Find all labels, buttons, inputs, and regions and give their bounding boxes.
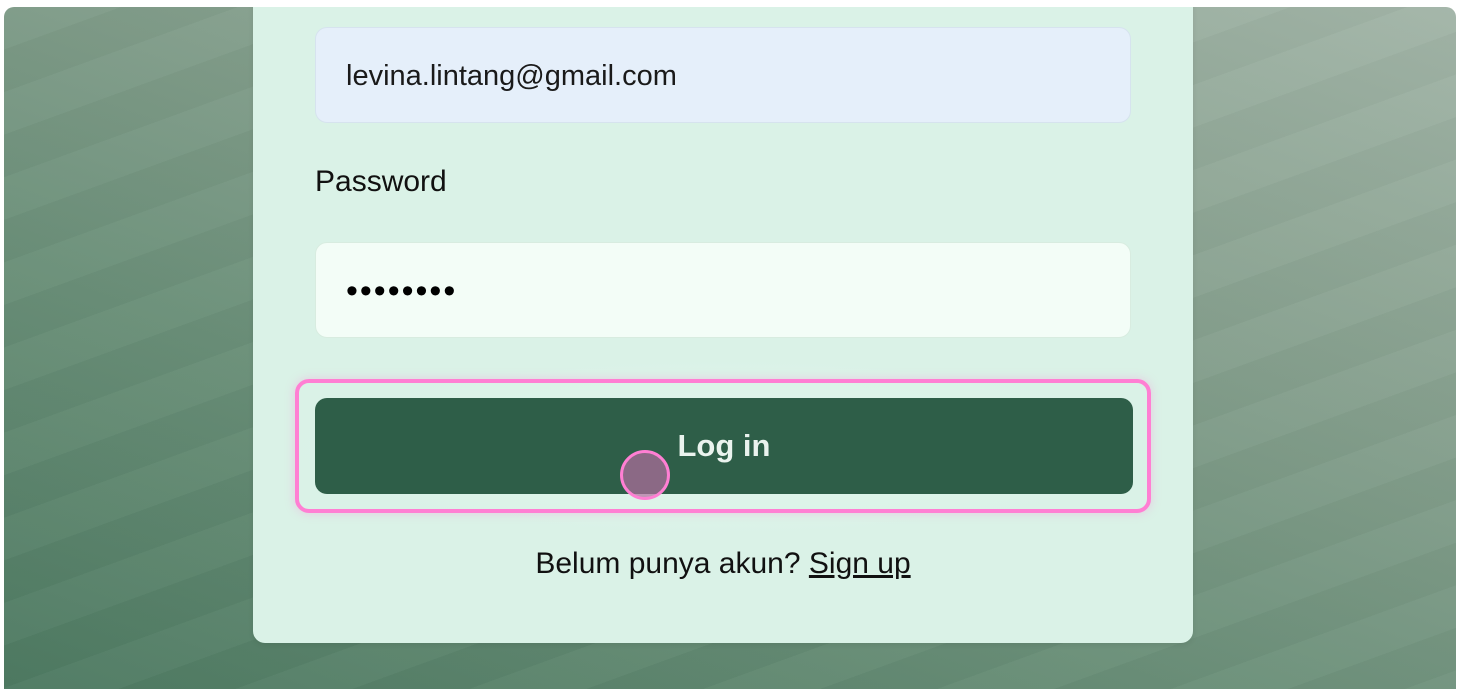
- click-indicator-icon: [620, 450, 670, 500]
- page-background: levina.lintang@gmail.com Password ••••••…: [4, 7, 1456, 689]
- email-field[interactable]: levina.lintang@gmail.com: [315, 27, 1131, 123]
- signup-prompt: Belum punya akun?: [535, 547, 801, 580]
- login-button[interactable]: Log in: [315, 398, 1133, 494]
- signup-row: Belum punya akun? Sign up: [253, 547, 1193, 581]
- password-field[interactable]: ••••••••: [315, 242, 1131, 338]
- login-card: levina.lintang@gmail.com Password ••••••…: [253, 7, 1193, 643]
- password-label: Password: [315, 165, 447, 198]
- signup-link[interactable]: Sign up: [809, 547, 911, 580]
